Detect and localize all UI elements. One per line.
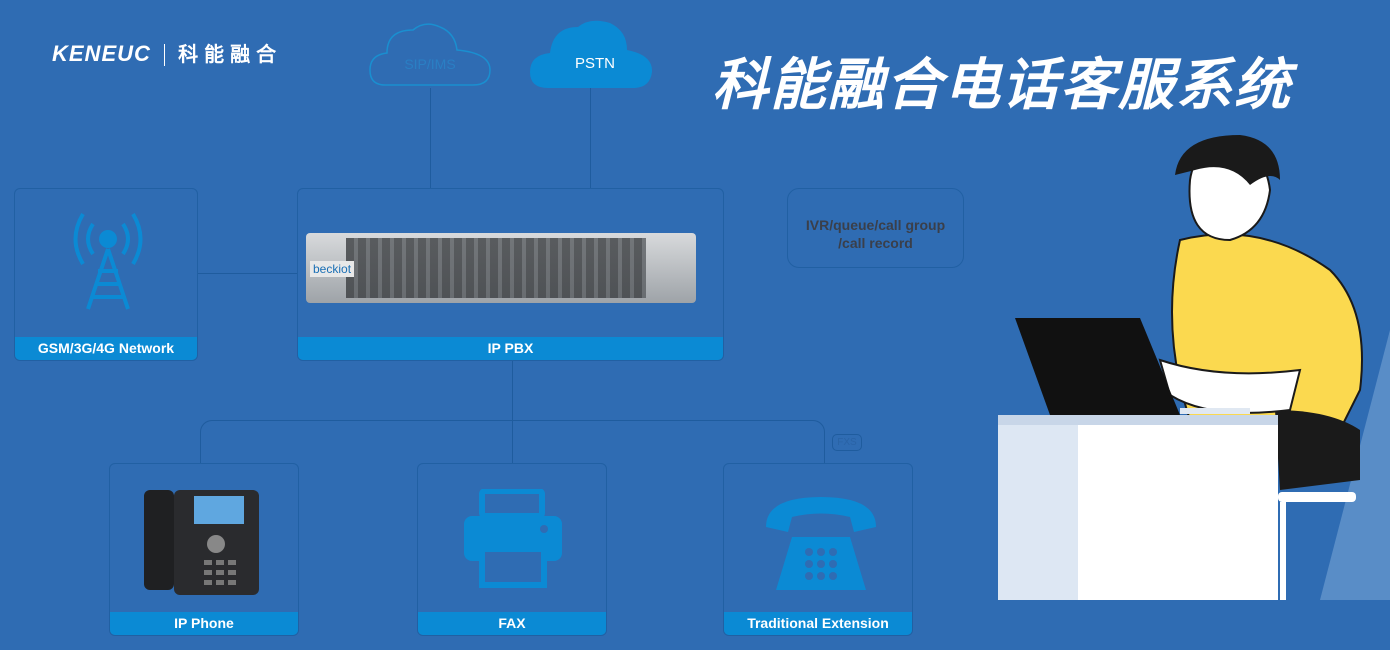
pbx-device-image: beckiot: [306, 233, 696, 303]
logo: KENEUC 科能融合: [52, 38, 282, 67]
fax-printer-icon: [464, 489, 562, 588]
page-title: 科能融合电话客服系统: [712, 53, 1292, 118]
ip-phone-label: IP Phone: [110, 612, 298, 635]
logo-brand: KENEUC: [52, 41, 151, 66]
device-brand: beckiot: [310, 261, 355, 277]
logo-cn: 科能融合: [178, 44, 283, 66]
bubble-line-1: IVR/queue/call group: [805, 217, 946, 233]
connector: [512, 420, 513, 463]
sip-cloud-icon: [369, 23, 491, 86]
bubble-line-2: /call record: [838, 235, 913, 251]
gsm-node: GSM/3G/4G Network: [14, 188, 198, 361]
feature-bubble: IVR/queue/call group /call record: [787, 188, 964, 268]
gsm-label: GSM/3G/4G Network: [15, 337, 197, 360]
fax-label: FAX: [418, 612, 606, 635]
connector: [197, 273, 297, 274]
traditional-extension-label: Traditional Extension: [724, 612, 912, 635]
traditional-extension-node: Traditional Extension: [723, 463, 913, 636]
pbx-label: IP PBX: [298, 337, 723, 360]
sip-ims-label: SIP/IMS: [404, 56, 456, 72]
customer-service-agent-illustration: [998, 135, 1390, 600]
telephone-icon: [766, 497, 876, 590]
ip-phone-icon: [144, 490, 259, 595]
connector: [512, 360, 513, 420]
logo-divider: [164, 44, 166, 67]
pstn-label: PSTN: [574, 55, 615, 72]
ip-phone-node: IP Phone: [109, 463, 299, 636]
fxs-badge: FXS: [832, 434, 862, 451]
connector: [590, 88, 591, 188]
antenna-tower-icon: [73, 212, 143, 310]
fax-node: FAX: [417, 463, 607, 636]
ip-pbx-node: beckiot IP PBX: [297, 188, 724, 361]
connector: [430, 88, 431, 188]
